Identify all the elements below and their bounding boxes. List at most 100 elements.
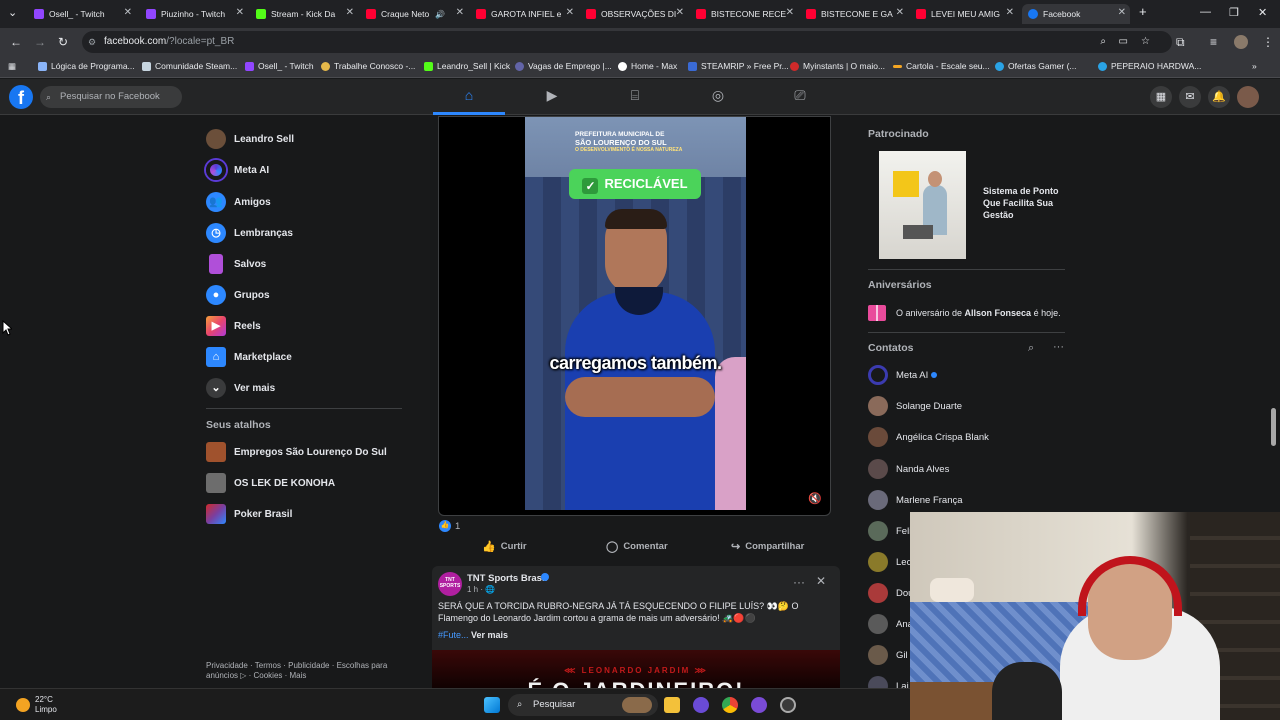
sidebar-item-meta-ai[interactable]: Meta AI <box>206 158 269 182</box>
close-icon[interactable]: ✕ <box>896 7 904 18</box>
profile-avatar[interactable] <box>1234 35 1248 49</box>
marketplace-icon[interactable]: ⌸ <box>625 87 645 107</box>
contact-item[interactable]: Solange Duarte <box>868 395 962 417</box>
close-icon[interactable]: ✕ <box>786 7 794 18</box>
browser-tab[interactable]: OBSERVAÇÕES DI ✕ <box>580 4 688 24</box>
page-avatar[interactable]: TNT SPORTS <box>438 572 462 596</box>
footer-links[interactable]: Privacidade · Termos · Publicidade · Esc… <box>206 661 396 681</box>
browser-tab[interactable]: BISTECONE E GA ✕ <box>800 4 908 24</box>
tab-list-icon[interactable]: ⌄ <box>8 6 17 19</box>
close-icon[interactable]: ✕ <box>566 7 574 18</box>
bookmark-item[interactable]: Vagas de Emprego |... <box>515 61 612 71</box>
search-icon[interactable]: ⌕ <box>1028 342 1034 355</box>
extensions-icon[interactable]: ⧉ <box>1176 35 1185 50</box>
browser-tab[interactable]: Piuzinho - Twitch ✕ <box>140 4 248 24</box>
bookmark-item[interactable]: PEPERAIO HARDWA... <box>1098 61 1201 71</box>
sidebar-item-see-more[interactable]: ⌄ Ver mais <box>206 376 275 400</box>
taskbar-search[interactable]: ⌕ Pesquisar <box>508 694 658 716</box>
bookmark-item[interactable]: Ofertas Gamer (... <box>995 61 1077 71</box>
cast-icon[interactable]: ▭ <box>1119 31 1128 53</box>
close-icon[interactable]: ✕ <box>676 7 684 18</box>
apps-icon[interactable]: ▦ <box>8 61 16 72</box>
video-icon[interactable]: ▶ <box>542 87 562 107</box>
birthday-notice[interactable]: O aniversário de Allson Fonseca é hoje. <box>868 305 1061 321</box>
browser-tab[interactable]: Osell_ - Twitch ✕ <box>28 4 136 24</box>
contact-item[interactable]: Dou <box>868 582 913 604</box>
sidebar-item-reels[interactable]: ▶ Reels <box>206 314 261 338</box>
shortcut-item[interactable]: OS LEK DE KONOHA <box>206 471 335 495</box>
notifications-icon[interactable]: 🔔 <box>1208 86 1230 108</box>
ad-title[interactable]: Sistema de Ponto Que Facilita Sua Gestão <box>983 185 1073 221</box>
share-button[interactable]: ↪ Compartilhar <box>731 538 804 554</box>
more-options-icon[interactable]: ··· <box>793 575 805 589</box>
sidebar-item-marketplace[interactable]: ⌂ Marketplace <box>206 345 292 369</box>
video-player[interactable]: PREFEITURA MUNICIPAL DE SÃO LOURENÇO DO … <box>438 116 831 516</box>
bookmark-item[interactable]: Osell_ - Twitch <box>245 61 314 71</box>
url-input[interactable]: ⚙ facebook.com/?locale=pt_BR ⌕ ▭ ☆ <box>82 31 1172 53</box>
bookmark-item[interactable]: Home - Max <box>618 61 677 71</box>
close-icon[interactable]: ✕ <box>456 7 464 18</box>
search-input[interactable]: ⌕ Pesquisar no Facebook <box>40 86 182 108</box>
media-icon[interactable]: ≡ <box>1210 35 1217 49</box>
sidebar-item-groups[interactable]: ● Grupos <box>206 283 270 307</box>
home-icon[interactable]: ⌂ <box>459 87 479 107</box>
close-icon[interactable]: ✕ <box>124 7 132 18</box>
see-more-link[interactable]: Ver mais <box>471 630 508 640</box>
groups-icon[interactable]: ◎ <box>708 87 728 107</box>
bookmark-item[interactable]: STEAMRIP » Free Pr... <box>688 61 789 71</box>
maximize-icon[interactable]: ❐ <box>1229 6 1239 19</box>
forward-icon[interactable]: → <box>34 35 46 49</box>
close-icon[interactable]: ✕ <box>346 7 354 18</box>
app-icon[interactable] <box>751 697 767 713</box>
contact-item[interactable]: Gil <box>868 644 908 666</box>
scrollbar[interactable] <box>1271 408 1276 446</box>
star-icon[interactable]: ☆ <box>1141 31 1150 53</box>
minimize-icon[interactable]: — <box>1200 6 1211 18</box>
shortcut-item[interactable]: Empregos São Lourenço Do Sul <box>206 440 387 464</box>
ad-image[interactable] <box>879 151 966 259</box>
reload-icon[interactable]: ↻ <box>58 35 68 49</box>
sidebar-item-saved[interactable]: Salvos <box>206 252 266 276</box>
facebook-logo-icon[interactable]: f <box>9 85 33 109</box>
mute-icon[interactable]: 🔇 <box>808 492 822 505</box>
close-icon[interactable]: ✕ <box>816 574 826 588</box>
shortcut-item[interactable]: Poker Brasil <box>206 502 292 526</box>
contact-item[interactable]: Nanda Alves <box>868 458 949 480</box>
post-timestamp[interactable]: 1 h · 🌐 <box>467 585 495 594</box>
file-explorer-icon[interactable] <box>664 697 680 713</box>
new-tab-icon[interactable]: + <box>1139 4 1147 19</box>
contact-item[interactable]: Marlene França <box>868 489 963 511</box>
contact-item[interactable]: Meta AI <box>868 364 938 386</box>
contact-item[interactable]: Feli <box>868 520 911 542</box>
bookmark-item[interactable]: Trabalhe Conosco -... <box>321 61 415 71</box>
reactions-summary[interactable]: 👍 1 <box>439 520 460 532</box>
account-avatar[interactable] <box>1237 86 1259 108</box>
browser-tab[interactable]: Stream - Kick Da ✕ <box>250 4 358 24</box>
page-name[interactable]: TNT Sports Brasil <box>467 573 547 584</box>
browser-tab[interactable]: Craque Neto 🔊 ✕ <box>360 4 468 24</box>
bookmark-item[interactable]: Comunidade Steam... <box>142 61 237 71</box>
browser-tab[interactable]: LEVEI MEU AMIG ✕ <box>910 4 1018 24</box>
messenger-icon[interactable]: ✉ <box>1179 86 1201 108</box>
browser-tab[interactable]: GAROTA INFIEL e ✕ <box>470 4 578 24</box>
hashtag-link[interactable]: #Fute... <box>438 630 469 640</box>
sidebar-item-friends[interactable]: 👥 Amigos <box>206 190 271 214</box>
comment-button[interactable]: ◯ Comentar <box>606 538 668 554</box>
menu-icon[interactable]: ⋮ <box>1262 35 1274 49</box>
bookmark-item[interactable]: Myinstants | O maio... <box>790 61 885 71</box>
contact-item[interactable]: Ana <box>868 613 913 635</box>
like-button[interactable]: 👍 Curtir <box>482 538 527 554</box>
bookmark-item[interactable]: Lógica de Programa... <box>38 61 135 71</box>
close-icon[interactable]: ✕ <box>1006 7 1014 18</box>
bookmark-item[interactable]: Leandro_Sell | Kick <box>424 61 510 71</box>
audio-playing-icon[interactable]: 🔊 <box>435 10 445 19</box>
menu-grid-icon[interactable]: ▦ <box>1150 86 1172 108</box>
window-close-icon[interactable]: ✕ <box>1258 6 1267 19</box>
close-icon[interactable]: ✕ <box>1118 7 1126 18</box>
windows-start-icon[interactable] <box>484 697 500 713</box>
browser-tab-active[interactable]: Facebook ✕ <box>1022 4 1130 24</box>
zoom-icon[interactable]: ⌕ <box>1100 31 1106 53</box>
app-icon[interactable] <box>693 697 709 713</box>
chrome-icon[interactable] <box>722 697 738 713</box>
weather-widget[interactable]: 22°C Limpo <box>16 695 57 715</box>
